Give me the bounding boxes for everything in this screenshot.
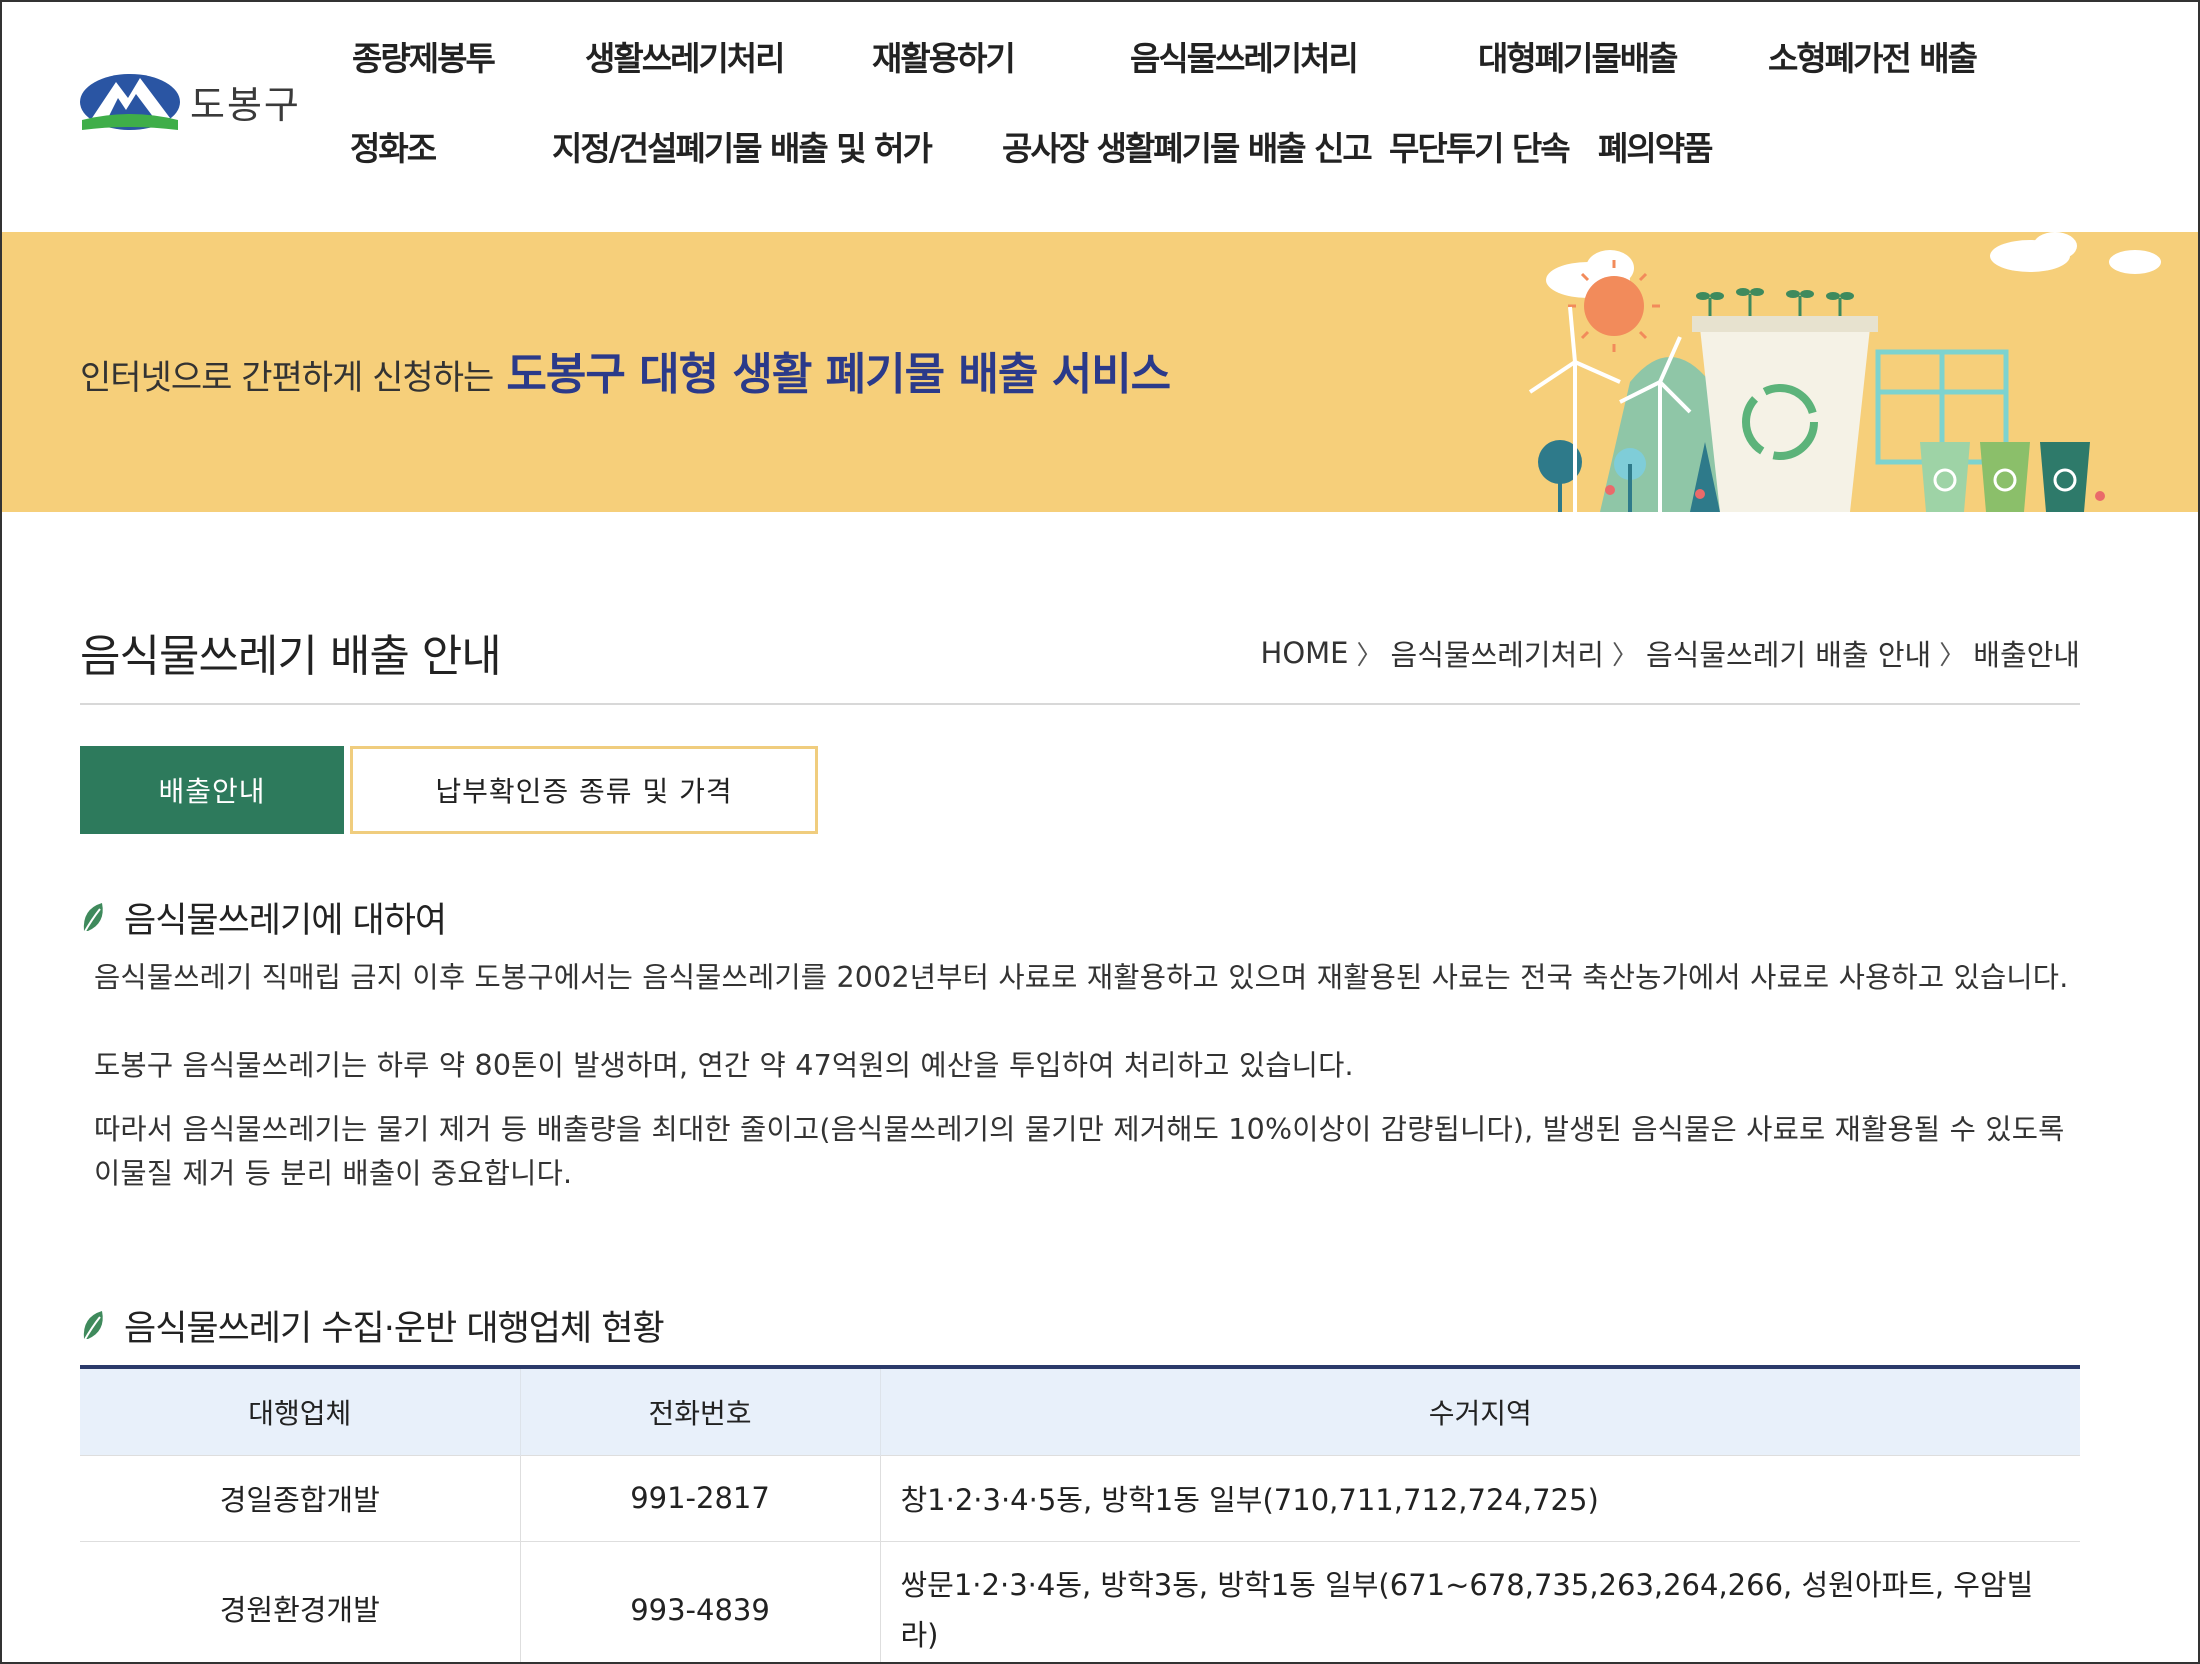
paragraph-recycling-history: 음식물쓰레기 직매립 금지 이후 도봉구에서는 음식물쓰레기를 2002년부터 … (94, 961, 2069, 994)
logo-text: 도봉구 (190, 82, 301, 127)
paragraph-separation-importance: 따라서 음식물쓰레기는 물기 제거 등 배출량을 최대한 줄이고(음식물쓰레기의… (94, 1113, 2065, 1190)
breadcrumb: HOME 〉 음식물쓰레기처리 〉 음식물쓰레기 배출 안내 〉 배출안내 (1261, 632, 2080, 674)
nav-waste-medicine[interactable]: 폐의약품 (1598, 122, 1713, 170)
breadcrumb-food-waste-guide[interactable]: 음식물쓰레기 배출 안내 (1646, 632, 1931, 674)
chevron-right-icon: 〉 (1939, 640, 1966, 671)
nav-food-waste[interactable]: 음식물쓰레기처리 (1130, 32, 1359, 80)
column-header-area: 수거지역 (880, 1369, 2080, 1455)
section-heading-about: 음식물쓰레기에 대하여 (80, 892, 447, 943)
leaf-icon (83, 1310, 103, 1341)
site-logo[interactable]: 도봉구 (78, 66, 328, 136)
chevron-right-icon: 〉 (1356, 640, 1383, 671)
cell-area: 창1·2·3·4·5동, 방학1동 일부(710,711,712,724,725… (880, 1454, 2080, 1541)
mountain-logo-icon (80, 74, 180, 130)
column-header-phone: 전화번호 (520, 1369, 881, 1455)
section-heading-about-text: 음식물쓰레기에 대하여 (124, 901, 447, 941)
chevron-right-icon: 〉 (1611, 640, 1638, 671)
cell-contractor: 경원환경개발 (80, 1540, 521, 1664)
table-row: 경일종합개발 991-2817 창1·2·3·4·5동, 방학1동 일부(710… (80, 1454, 2080, 1541)
page-title: 음식물쓰레기 배출 안내 (80, 631, 502, 682)
nav-construction-waste[interactable]: 공사장 생활폐기물 배출 신고 (1002, 122, 1373, 170)
section-heading-contractors-text: 음식물쓰레기 수집·운반 대행업체 현황 (124, 1309, 665, 1349)
leaf-icon (83, 902, 103, 933)
table-header-row: 대행업체 전화번호 수거지역 (80, 1369, 2080, 1455)
banner-title: 도봉구 대형 생활 폐기물 배출 서비스 (506, 349, 1171, 400)
tab-receipt-types-prices[interactable]: 납부확인증 종류 및 가격 (350, 746, 818, 834)
breadcrumb-home[interactable]: HOME (1261, 636, 1349, 670)
breadcrumb-current[interactable]: 배출안내 (1973, 632, 2080, 674)
table-row: 경원환경개발 993-4839 쌍문1·2·3·4동, 방학3동, 방학1동 일… (80, 1540, 2080, 1664)
cell-phone: 993-4839 (520, 1540, 881, 1664)
nav-small-appliances[interactable]: 소형폐가전 배출 (1768, 32, 1978, 80)
eco-illustration-icon (1528, 232, 2161, 512)
nav-septic-tank[interactable]: 정화조 (350, 122, 437, 170)
cell-contractor: 경일종합개발 (80, 1454, 521, 1541)
banner-subtitle: 인터넷으로 간편하게 신청하는 (80, 358, 494, 398)
title-divider (80, 703, 2080, 705)
section-heading-contractors: 음식물쓰레기 수집·운반 대행업체 현황 (80, 1300, 665, 1351)
tab-disposal-guide[interactable]: 배출안내 (80, 746, 344, 834)
cell-phone: 991-2817 (520, 1454, 881, 1541)
nav-designated-waste[interactable]: 지정/건설폐기물 배출 및 허가 (552, 122, 933, 170)
paragraph-daily-volume: 도봉구 음식물쓰레기는 하루 약 80톤이 발생하며, 연간 약 47억원의 예… (94, 1049, 1354, 1082)
column-header-contractor: 대행업체 (80, 1369, 521, 1455)
nav-illegal-dumping[interactable]: 무단투기 단속 (1389, 122, 1571, 170)
banner-text: 인터넷으로 간편하게 신청하는 도봉구 대형 생활 폐기물 배출 서비스 (80, 338, 1171, 402)
promo-banner[interactable]: 인터넷으로 간편하게 신청하는 도봉구 대형 생활 폐기물 배출 서비스 (0, 232, 2200, 512)
breadcrumb-food-waste[interactable]: 음식물쓰레기처리 (1391, 632, 1604, 674)
site-header: 도봉구 종량제봉투 생활쓰레기처리 재활용하기 음식물쓰레기처리 대형폐기물배출… (0, 0, 2200, 232)
nav-household-waste[interactable]: 생활쓰레기처리 (585, 32, 786, 80)
nav-recycling[interactable]: 재활용하기 (872, 32, 1016, 80)
cell-area: 쌍문1·2·3·4동, 방학3동, 방학1동 일부(671~678,735,26… (880, 1540, 2080, 1664)
nav-large-waste[interactable]: 대형폐기물배출 (1478, 32, 1679, 80)
contractors-table: 대행업체 전화번호 수거지역 경일종합개발 991-2817 창1·2·3·4·… (80, 1365, 2080, 1664)
nav-trash-bags[interactable]: 종량제봉투 (352, 32, 496, 80)
